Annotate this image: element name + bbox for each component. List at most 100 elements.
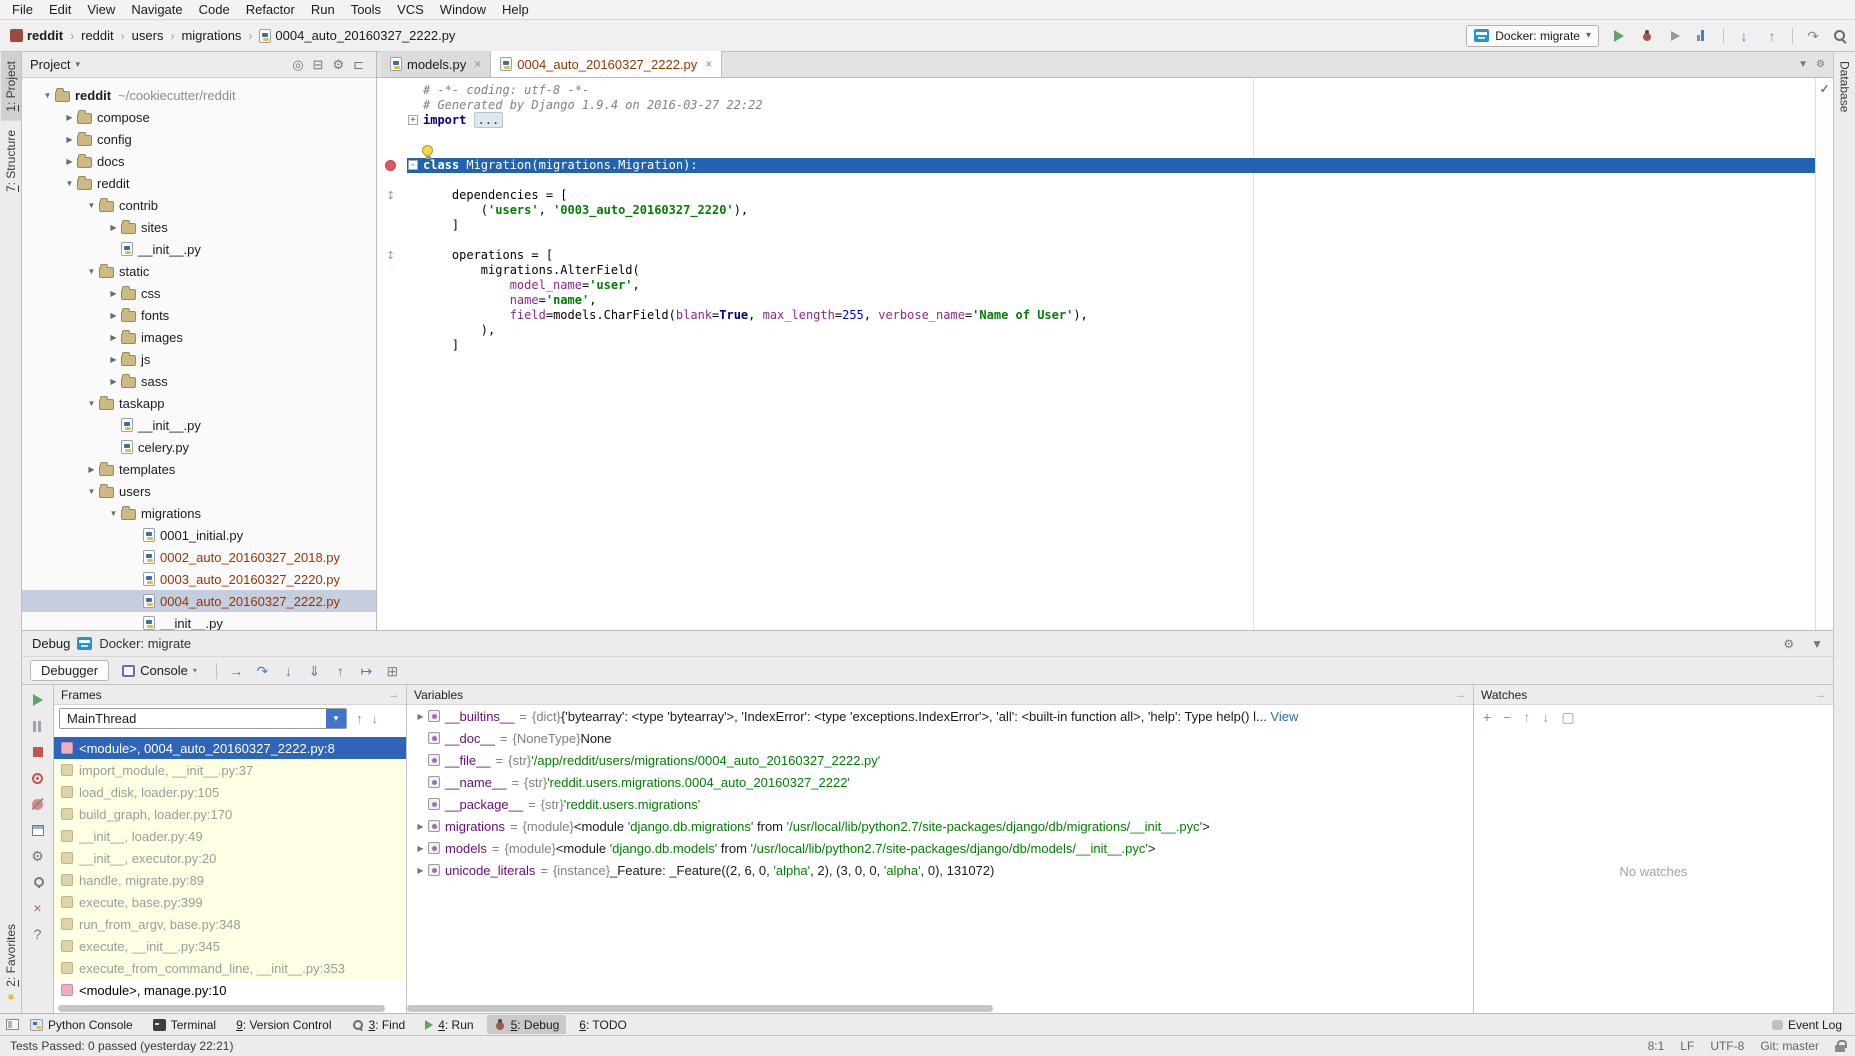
tree-item[interactable]: ▶config: [22, 128, 376, 150]
restore-layout-icon[interactable]: [30, 823, 46, 837]
hide-tool-window-icon[interactable]: ▼: [1811, 637, 1823, 651]
revert-icon[interactable]: ↷: [1801, 25, 1825, 47]
tree-item[interactable]: ▼users: [22, 480, 376, 502]
code-line[interactable]: +import ...: [377, 113, 1815, 128]
debug-tab-console[interactable]: Console▾: [111, 660, 208, 681]
tree-item[interactable]: ▶compose: [22, 106, 376, 128]
breadcrumb-item[interactable]: migrations: [179, 27, 243, 44]
prev-frame-icon[interactable]: ↑: [356, 711, 363, 726]
code-line[interactable]: model_name='user',: [377, 278, 1815, 293]
menu-item-navigate[interactable]: Navigate: [123, 0, 190, 19]
show-execution-point-icon[interactable]: →: [225, 660, 248, 682]
tool-window-switcher-icon[interactable]: [6, 1019, 19, 1030]
pause-icon[interactable]: [30, 719, 46, 733]
tree-item[interactable]: ▼static: [22, 260, 376, 282]
tree-item[interactable]: ▶fonts: [22, 304, 376, 326]
tree-item[interactable]: ▶sites: [22, 216, 376, 238]
gutter-navigate-icon[interactable]: ↕: [386, 248, 395, 263]
remove-watch-icon[interactable]: −: [1503, 710, 1511, 725]
frame-row[interactable]: <module>, 0004_auto_20160327_2222.py:8: [54, 737, 406, 759]
tool-window-button[interactable]: Terminal: [146, 1015, 223, 1034]
update-project-icon[interactable]: ↓: [1732, 25, 1756, 47]
horizontal-scrollbar[interactable]: [54, 1004, 406, 1013]
code-line[interactable]: field=models.CharField(blank=True, max_l…: [377, 308, 1815, 323]
frame-row[interactable]: <module>, manage.py:10: [54, 979, 406, 1001]
move-watch-down-icon[interactable]: ↓: [1542, 710, 1549, 725]
editor-tab[interactable]: 0004_auto_20160327_2222.py×: [491, 51, 722, 77]
search-everywhere-icon[interactable]: [1833, 29, 1847, 43]
intention-bulb-icon[interactable]: [422, 145, 433, 156]
code-line[interactable]: [377, 128, 1815, 143]
tool-window-button[interactable]: 6: TODO: [572, 1015, 634, 1034]
code-line[interactable]: ↕ operations = [: [377, 248, 1815, 263]
frame-row[interactable]: handle, migrate.py:89: [54, 869, 406, 891]
editor[interactable]: # -*- coding: utf-8 -*-# Generated by Dj…: [377, 78, 1815, 630]
tree-arrow-icon[interactable]: ▶: [106, 311, 121, 320]
tree-item[interactable]: ▶images: [22, 326, 376, 348]
tree-item[interactable]: __init__.py: [22, 238, 376, 260]
tree-item[interactable]: ▶sass: [22, 370, 376, 392]
gutter-navigate-icon[interactable]: ↕: [386, 188, 395, 203]
hide-frames-icon[interactable]: →: [388, 689, 399, 701]
editor-tab[interactable]: models.py×: [381, 51, 491, 77]
move-watch-up-icon[interactable]: ↑: [1523, 710, 1530, 725]
next-frame-icon[interactable]: ↓: [372, 711, 379, 726]
add-watch-icon[interactable]: +: [1483, 710, 1491, 725]
tool-window-button[interactable]: 5: Debug: [487, 1015, 567, 1034]
duplicate-watch-icon[interactable]: ▢: [1561, 710, 1574, 725]
tree-item[interactable]: 0004_auto_20160327_2222.py: [22, 590, 376, 612]
frame-row[interactable]: build_graph, loader.py:170: [54, 803, 406, 825]
tree-arrow-icon[interactable]: ▶: [84, 465, 99, 474]
thread-combo[interactable]: MainThread ▼: [59, 708, 347, 729]
view-breakpoints-icon[interactable]: [30, 771, 46, 785]
menu-item-code[interactable]: Code: [191, 0, 238, 19]
status-item[interactable]: 8:1: [1648, 1039, 1665, 1053]
tool-window-button[interactable]: 4: Run: [418, 1015, 480, 1034]
variable-row[interactable]: __doc__={NoneType}None: [407, 727, 1473, 749]
frame-row[interactable]: __init__, executor.py:20: [54, 847, 406, 869]
expand-arrow-icon[interactable]: ▶: [413, 822, 428, 831]
step-into-icon[interactable]: ↓: [277, 660, 300, 682]
tree-item[interactable]: ▶js: [22, 348, 376, 370]
force-step-into-icon[interactable]: ⇓: [303, 660, 326, 682]
tree-item[interactable]: ▼contrib: [22, 194, 376, 216]
code-line[interactable]: migrations.AlterField(: [377, 263, 1815, 278]
variable-row[interactable]: ▶models={module}<module 'django.db.model…: [407, 837, 1473, 859]
combo-arrow-icon[interactable]: ▼: [326, 709, 346, 728]
tree-item[interactable]: ▼migrations: [22, 502, 376, 524]
tree-arrow-icon[interactable]: ▶: [62, 113, 77, 122]
hide-variables-icon[interactable]: →: [1455, 689, 1466, 701]
frame-row[interactable]: load_disk, loader.py:105: [54, 781, 406, 803]
tree-arrow-icon[interactable]: ▼: [84, 201, 99, 210]
tree-arrow-icon[interactable]: ▶: [106, 223, 121, 232]
tree-arrow-icon[interactable]: ▶: [106, 377, 121, 386]
close-tab-icon[interactable]: ×: [705, 57, 712, 71]
tree-item[interactable]: ▼reddit~/cookiecutter/reddit: [22, 84, 376, 106]
frame-row[interactable]: import_module, __init__.py:37: [54, 759, 406, 781]
evaluate-expression-icon[interactable]: ⊞: [381, 660, 404, 682]
tree-arrow-icon[interactable]: ▶: [62, 157, 77, 166]
code-line[interactable]: ↕ dependencies = [: [377, 188, 1815, 203]
tree-arrow-icon[interactable]: ▶: [62, 135, 77, 144]
tool-window-button[interactable]: 9: Version Control: [229, 1015, 338, 1034]
code-line[interactable]: ),: [377, 323, 1815, 338]
breadcrumb-item[interactable]: 0004_auto_20160327_2222.py: [257, 27, 457, 44]
frame-row[interactable]: execute, __init__.py:345: [54, 935, 406, 957]
variable-row[interactable]: __package__={str}'reddit.users.migration…: [407, 793, 1473, 815]
tree-arrow-icon[interactable]: ▶: [106, 355, 121, 364]
code-line[interactable]: [377, 233, 1815, 248]
tool-window-button[interactable]: Event Log: [1765, 1015, 1849, 1034]
code-line[interactable]: name='name',: [377, 293, 1815, 308]
resume-icon[interactable]: [30, 693, 46, 707]
breakpoint-icon[interactable]: [385, 160, 396, 171]
tree-item[interactable]: ▼reddit: [22, 172, 376, 194]
expand-arrow-icon[interactable]: ▶: [413, 866, 428, 875]
tree-arrow-icon[interactable]: ▼: [106, 509, 121, 518]
tab-list-icon[interactable]: ▼: [1798, 59, 1808, 70]
menu-item-window[interactable]: Window: [432, 0, 494, 19]
editor-settings-icon[interactable]: ⚙: [1816, 59, 1825, 70]
close-icon[interactable]: ×: [30, 901, 46, 915]
tree-item[interactable]: 0003_auto_20160327_2220.py: [22, 568, 376, 590]
mute-breakpoints-icon[interactable]: [30, 797, 46, 811]
code-line[interactable]: # Generated by Django 1.9.4 on 2016-03-2…: [377, 98, 1815, 113]
